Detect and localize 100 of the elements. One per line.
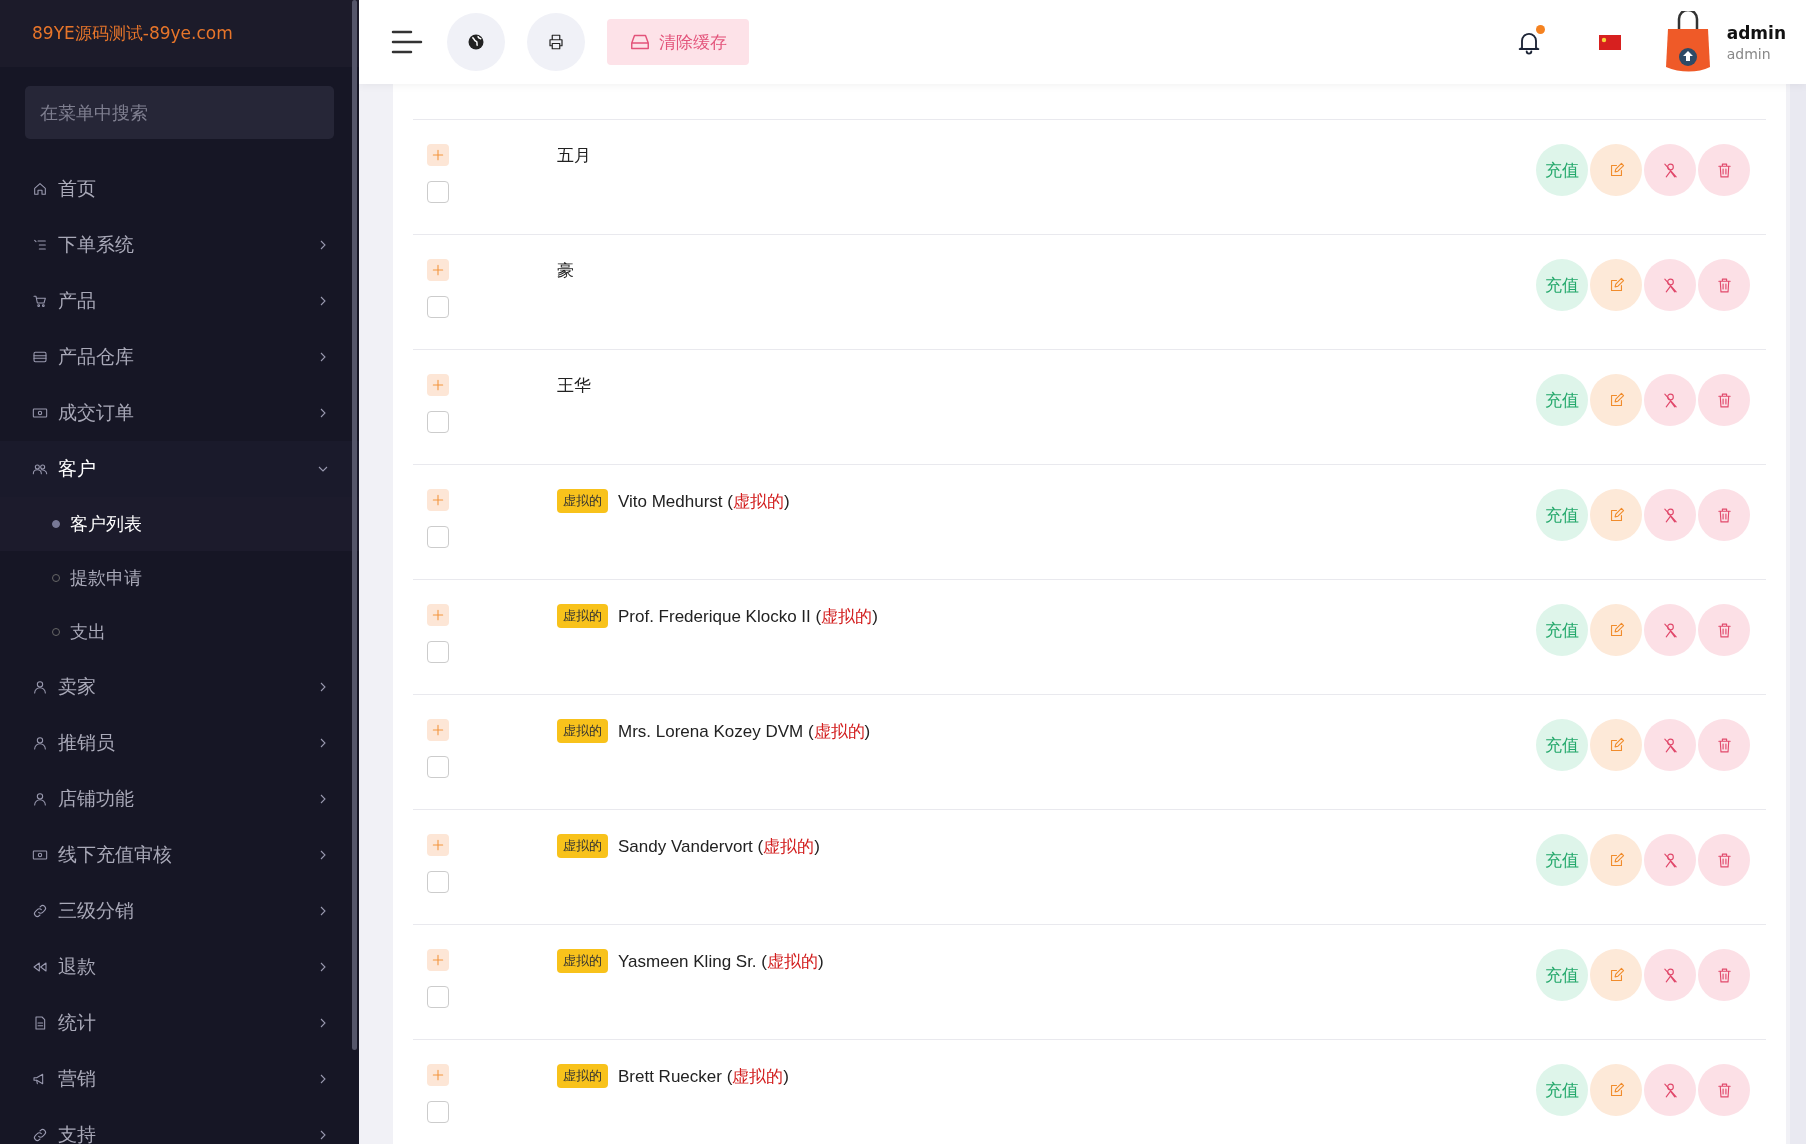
user-off-button[interactable] — [1644, 1064, 1696, 1116]
user-off-button[interactable] — [1644, 604, 1696, 656]
trash-icon — [1715, 506, 1733, 524]
row-checkbox[interactable] — [427, 296, 449, 318]
sidebar-item[interactable]: 线下充值审核 — [0, 827, 359, 883]
expand-button[interactable] — [427, 489, 449, 511]
virtual-tag: 虚拟的 — [557, 834, 608, 858]
link-icon — [32, 1127, 48, 1143]
expand-button[interactable] — [427, 949, 449, 971]
delete-button[interactable] — [1698, 1064, 1750, 1116]
plus-icon — [430, 377, 446, 393]
customer-name: 五月 — [557, 145, 591, 167]
sidebar-item[interactable]: 统计 — [0, 995, 359, 1051]
sidebar-item[interactable]: 店铺功能 — [0, 771, 359, 827]
edit-button[interactable] — [1590, 374, 1642, 426]
delete-button[interactable] — [1698, 949, 1750, 1001]
edit-button[interactable] — [1590, 489, 1642, 541]
expand-button[interactable] — [427, 604, 449, 626]
brand-title[interactable]: 89YE源码测试-89ye.com — [0, 0, 359, 67]
menu-button[interactable] — [391, 29, 423, 55]
home-icon — [32, 181, 48, 197]
expand-button[interactable] — [427, 374, 449, 396]
edit-button[interactable] — [1590, 719, 1642, 771]
row-checkbox[interactable] — [427, 1101, 449, 1123]
user-off-button[interactable] — [1644, 489, 1696, 541]
expand-button[interactable] — [427, 144, 449, 166]
user-off-button[interactable] — [1644, 259, 1696, 311]
edit-button[interactable] — [1590, 259, 1642, 311]
row-checkbox[interactable] — [427, 411, 449, 433]
sidebar-item[interactable]: 成交订单 — [0, 385, 359, 441]
user-off-button[interactable] — [1644, 144, 1696, 196]
scrollbar[interactable] — [1790, 84, 1806, 1144]
trash-icon — [1715, 621, 1733, 639]
menu-icon — [391, 29, 423, 55]
delete-button[interactable] — [1698, 144, 1750, 196]
box-icon — [32, 349, 48, 365]
trash-icon — [1715, 276, 1733, 294]
user-off-button[interactable] — [1644, 949, 1696, 1001]
edit-button[interactable] — [1590, 604, 1642, 656]
cart-icon — [32, 293, 48, 309]
edit-button[interactable] — [1590, 144, 1642, 196]
trash-icon — [1715, 391, 1733, 409]
menu-search-field[interactable]: 在菜单中搜索 — [25, 86, 334, 139]
sidebar-subitem[interactable]: 提款申请 — [0, 551, 359, 605]
user-off-button[interactable] — [1644, 834, 1696, 886]
edit-button[interactable] — [1590, 949, 1642, 1001]
scrollbar[interactable] — [352, 0, 357, 1050]
user-crossed-icon — [1661, 506, 1679, 524]
sidebar-item[interactable]: 推销员 — [0, 715, 359, 771]
document-icon — [32, 1015, 48, 1031]
expand-button[interactable] — [427, 1064, 449, 1086]
delete-button[interactable] — [1698, 374, 1750, 426]
row-checkbox[interactable] — [427, 871, 449, 893]
sidebar-subitem[interactable]: 客户列表 — [0, 497, 359, 551]
user-off-button[interactable] — [1644, 374, 1696, 426]
delete-button[interactable] — [1698, 489, 1750, 541]
sidebar-item[interactable]: 下单系统 — [0, 217, 359, 273]
user-name: admin — [1726, 22, 1786, 43]
link-icon — [32, 903, 48, 919]
delete-button[interactable] — [1698, 834, 1750, 886]
row-checkbox[interactable] — [427, 986, 449, 1008]
delete-button[interactable] — [1698, 604, 1750, 656]
delete-button[interactable] — [1698, 719, 1750, 771]
user-crossed-icon — [1661, 391, 1679, 409]
money-icon — [32, 847, 48, 863]
delete-button[interactable] — [1698, 259, 1750, 311]
sidebar-item[interactable]: 客户 — [0, 441, 359, 497]
printer-icon — [547, 33, 565, 51]
edit-button[interactable] — [1590, 1064, 1642, 1116]
sidebar-item[interactable]: 产品 — [0, 273, 359, 329]
user-crossed-icon — [1661, 276, 1679, 294]
trash-icon — [1715, 161, 1733, 179]
trash-icon — [1715, 966, 1733, 984]
sidebar-item[interactable]: 首页 — [0, 161, 359, 217]
sidebar-item[interactable]: 产品仓库 — [0, 329, 359, 385]
sidebar-item[interactable]: 支持 — [0, 1107, 359, 1144]
customer-name: Yasmeen Kling Sr. (虚拟的) — [618, 950, 824, 973]
user-off-button[interactable] — [1644, 719, 1696, 771]
expand-button[interactable] — [427, 259, 449, 281]
expand-button[interactable] — [427, 834, 449, 856]
row-checkbox[interactable] — [427, 641, 449, 663]
expand-button[interactable] — [427, 719, 449, 741]
sidebar-item[interactable]: 三级分销 — [0, 883, 359, 939]
user-crossed-icon — [1661, 851, 1679, 869]
sidebar-item[interactable]: 营销 — [0, 1051, 359, 1107]
money-icon — [32, 405, 48, 421]
row-checkbox[interactable] — [427, 526, 449, 548]
row-checkbox[interactable] — [427, 756, 449, 778]
user-role: admin — [1726, 45, 1772, 62]
edit-button[interactable] — [1590, 834, 1642, 886]
sidebar-item[interactable]: 退款 — [0, 939, 359, 995]
virtual-tag: 虚拟的 — [557, 949, 608, 973]
shopping-bag-avatar[interactable] — [1664, 11, 1711, 73]
user-icon — [32, 791, 48, 807]
sidebar-subitem[interactable]: 支出 — [0, 605, 359, 659]
virtual-tag: 虚拟的 — [557, 489, 608, 513]
sidebar-item[interactable]: 卖家 — [0, 659, 359, 715]
row-checkbox[interactable] — [427, 181, 449, 203]
plus-icon — [430, 722, 446, 738]
flag-icon[interactable] — [1598, 34, 1621, 50]
